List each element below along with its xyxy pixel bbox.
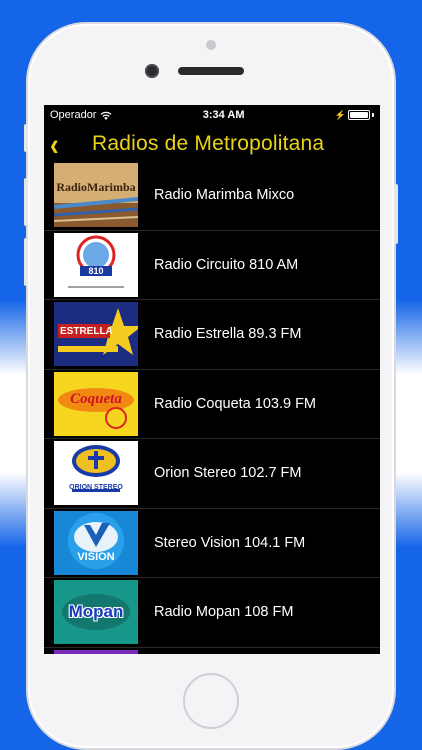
station-name: Radio Marimba Mixco	[154, 187, 295, 204]
logo-text-circuito: 810	[88, 265, 104, 276]
station-name: Radio Circuito 810 AM	[154, 256, 299, 273]
station-row-partial[interactable]	[44, 647, 380, 654]
proximity-sensor	[145, 64, 159, 78]
earpiece-speaker	[178, 67, 244, 75]
station-logo-orion: ORION STEREO	[54, 441, 138, 506]
wifi-icon	[101, 111, 112, 120]
page-title: Radios de Metropolitana	[92, 132, 325, 155]
station-name: Radio Estrella 89.3 FM	[154, 326, 302, 343]
station-row-marimba[interactable]: RadioMarimba Radio Marimba Mixco	[44, 161, 380, 231]
battery-icon: ⚡	[335, 110, 374, 121]
station-logo-mopan: Mopan	[54, 580, 138, 645]
station-logo-stereo-vision: VISION	[54, 510, 138, 575]
station-name: Stereo Vision 104.1 FM	[154, 534, 306, 551]
battery-level-fill	[349, 112, 368, 118]
mute-switch	[24, 124, 28, 152]
station-row-coqueta[interactable]: Coqueta Radio Coqueta 103.9 FM	[44, 369, 380, 439]
navigation-bar: ‹ Radios de Metropolitana	[44, 125, 380, 163]
station-list[interactable]: RadioMarimba Radio Marimba Mixco 810 Rad…	[44, 161, 380, 654]
logo-text-stereo-vision: VISION	[77, 550, 115, 563]
station-logo-marimba: RadioMarimba	[54, 163, 138, 228]
station-logo-partial	[54, 649, 138, 654]
station-row-stereo-vision[interactable]: VISION Stereo Vision 104.1 FM	[44, 508, 380, 578]
station-name: Orion Stereo 102.7 FM	[154, 465, 302, 482]
logo-text-mopan: Mopan	[68, 602, 124, 622]
front-camera	[206, 40, 216, 50]
logo-text-estrella: ESTRELLA	[60, 326, 113, 338]
station-logo-estrella: ESTRELLA	[54, 302, 138, 367]
station-name: Radio Mopan 108 FM	[154, 604, 294, 621]
logo-text-marimba: RadioMarimba	[56, 179, 136, 194]
station-row-mopan[interactable]: Mopan Radio Mopan 108 FM	[44, 578, 380, 648]
station-logo-circuito: 810	[54, 232, 138, 297]
volume-up-button	[24, 178, 28, 226]
station-row-estrella[interactable]: ESTRELLA Radio Estrella 89.3 FM	[44, 300, 380, 370]
chevron-left-icon[interactable]: ‹	[50, 128, 92, 159]
station-name: Radio Coqueta 103.9 FM	[154, 395, 317, 412]
logo-text-coqueta: Coqueta	[70, 391, 122, 408]
logo-text-orion: ORION STEREO	[69, 483, 123, 491]
volume-down-button	[24, 238, 28, 286]
station-row-orion[interactable]: ORION STEREO Orion Stereo 102.7 FM	[44, 439, 380, 509]
clock: 3:34 AM	[202, 109, 245, 121]
power-button	[394, 184, 398, 244]
status-bar: Operador 3:34 AM ⚡	[44, 105, 380, 125]
station-logo-coqueta: Coqueta	[54, 371, 138, 436]
carrier-label: Operador	[50, 109, 97, 121]
home-button[interactable]	[183, 673, 239, 729]
app-screen: Operador 3:34 AM ⚡ ‹ Radios de Metropoli…	[44, 105, 380, 654]
station-row-circuito[interactable]: 810 Radio Circuito 810 AM	[44, 230, 380, 300]
